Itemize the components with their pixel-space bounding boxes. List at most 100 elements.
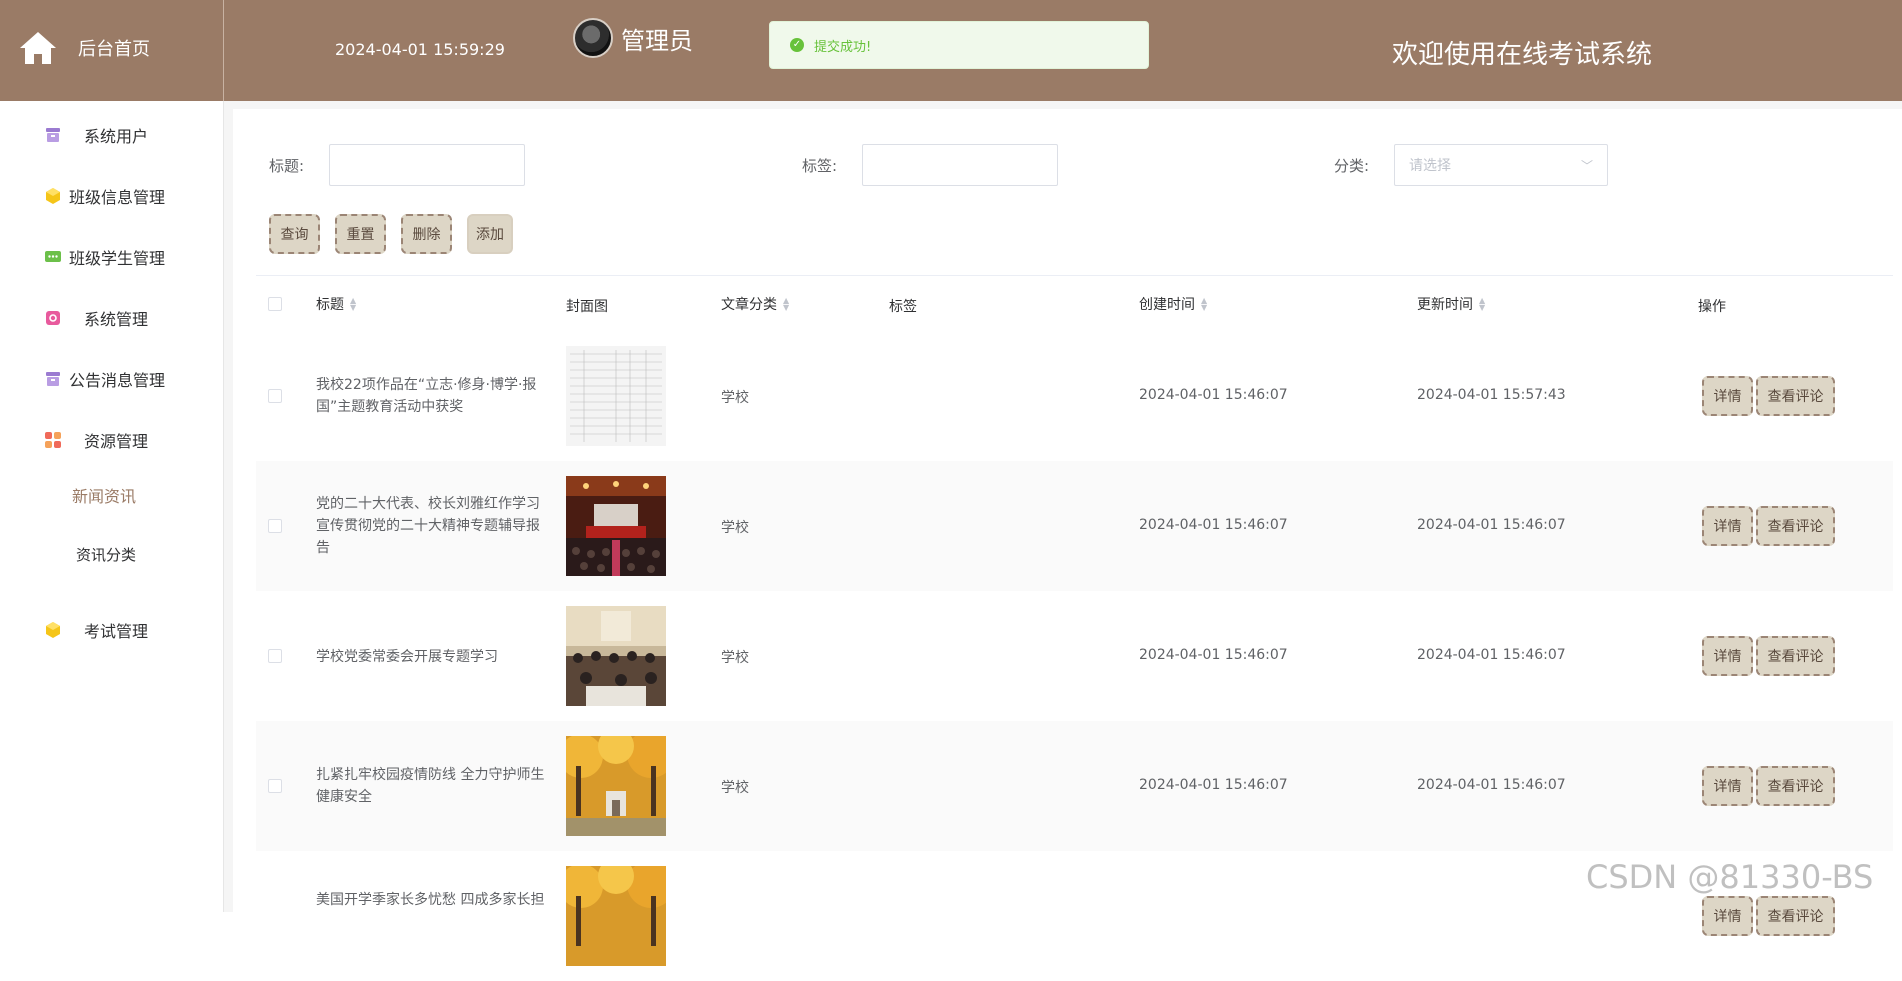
row-title: 学校党委常委会开展专题学习 <box>316 649 498 665</box>
row-title: 我校22项作品在“立志·修身·博学·报国”主题教育活动中获奖 <box>316 377 537 415</box>
row-updated-time: 2024-04-01 15:57:43 <box>1417 387 1566 403</box>
row-created-time: 2024-04-01 15:46:07 <box>1139 777 1288 793</box>
sidebar-item-class-students[interactable]: 班级学生管理 <box>0 237 224 277</box>
user-name: 管理员 <box>621 26 693 55</box>
query-button[interactable]: 查询 <box>269 214 320 254</box>
sort-icon: ▲ ▼ <box>350 296 357 312</box>
user-profile[interactable]: 管理员 <box>573 18 693 58</box>
row-updated-time: 2024-04-01 15:46:07 <box>1417 777 1566 793</box>
sidebar-item-label: 系统用户 <box>84 127 149 146</box>
sidebar-item-class-info[interactable]: 班级信息管理 <box>0 176 224 216</box>
detail-button[interactable]: 详情 <box>1702 376 1753 416</box>
sidebar-subitem-news-categories[interactable]: 资讯分类 <box>0 544 224 580</box>
sidebar-subitem-label: 资讯分类 <box>76 546 137 564</box>
view-comments-button[interactable]: 查看评论 <box>1756 506 1835 546</box>
top-header: 后台首页 2024-04-01 15:59:29 管理员 ✓ 提交成功! 欢迎使… <box>0 0 1902 101</box>
detail-button[interactable]: 详情 <box>1702 896 1753 936</box>
row-title: 扎紧扎牢校园疫情防线 全力守护师生健康安全 <box>316 767 545 805</box>
cover-image-auditorium <box>566 476 666 576</box>
avatar <box>573 18 613 58</box>
sidebar: 系统用户 班级信息管理 班级学生管理 系统管理 公告消息管理 资源管理 新闻资讯… <box>0 101 224 912</box>
sidebar-item-system-management[interactable]: 系统管理 <box>0 298 224 338</box>
sort-icon: ▲ ▼ <box>783 296 790 312</box>
column-header-updated[interactable]: 更新时间 ▲ ▼ <box>1417 294 1485 314</box>
sidebar-subitem-news[interactable]: 新闻资讯 <box>0 483 224 519</box>
sidebar-item-announcements[interactable]: 公告消息管理 <box>0 359 224 399</box>
tag-filter-label: 标签: <box>802 157 838 175</box>
sort-icon: ▲ ▼ <box>1479 296 1486 312</box>
home-label: 后台首页 <box>78 39 150 60</box>
sidebar-item-resources[interactable]: 资源管理 <box>0 420 224 460</box>
table-header: 标题 ▲ ▼ 封面图 文章分类 ▲ ▼ 标签 创建时间 ▲ ▼ 更新时间 ▲ ▼ 操作 <box>256 275 1893 331</box>
sidebar-item-system-users[interactable]: 系统用户 <box>0 115 224 155</box>
cube-icon <box>46 188 60 204</box>
row-category: 学校 <box>721 390 749 406</box>
success-toast: ✓ 提交成功! <box>769 21 1149 69</box>
archive-icon <box>46 372 60 386</box>
delete-button[interactable]: 删除 <box>401 214 452 254</box>
row-title: 党的二十大代表、校长刘雅红作学习宣传贯彻党的二十大精神专题辅导报告 <box>316 496 540 556</box>
add-button[interactable]: 添加 <box>467 214 513 254</box>
row-checkbox[interactable] <box>268 519 282 533</box>
column-header-label: 更新时间 <box>1417 297 1473 313</box>
column-header-tag: 标签 <box>889 296 917 316</box>
title-filter-input[interactable] <box>329 144 525 186</box>
tag-filter-input[interactable] <box>862 144 1058 186</box>
column-header-label: 标题 <box>316 297 344 313</box>
cover-image-document <box>566 346 666 446</box>
home-icon <box>20 32 56 64</box>
watermark: CSDN @81330-BS <box>1586 858 1874 896</box>
column-header-label: 文章分类 <box>721 297 777 313</box>
row-title: 美国开学季家长多忧愁 四成多家长担 <box>316 892 545 908</box>
column-header-label: 标签 <box>889 299 917 315</box>
sidebar-item-label: 资源管理 <box>84 432 149 451</box>
category-select[interactable]: 请选择 ﹀ <box>1394 144 1608 186</box>
view-comments-button[interactable]: 查看评论 <box>1756 376 1835 416</box>
row-created-time: 2024-04-01 15:46:07 <box>1139 517 1288 533</box>
sidebar-item-label: 系统管理 <box>84 310 149 329</box>
category-filter-label: 分类: <box>1334 157 1370 175</box>
view-comments-button[interactable]: 查看评论 <box>1756 766 1835 806</box>
row-category: 学校 <box>721 520 749 536</box>
sidebar-item-label: 公告消息管理 <box>69 371 166 390</box>
category-select-placeholder: 请选择 <box>1409 158 1451 174</box>
grid-icon <box>45 432 61 448</box>
main-content: 标题: 标签: 分类: 请选择 ﹀ 查询 重置 删除 添加 标题 ▲ ▼ 封面图 文… <box>224 101 1902 966</box>
view-comments-button[interactable]: 查看评论 <box>1756 636 1835 676</box>
row-checkbox[interactable] <box>268 779 282 793</box>
column-header-label: 创建时间 <box>1139 297 1195 313</box>
table-row: 学校党委常委会开展专题学习 学校 2024-04-01 15:46:07 202… <box>256 591 1893 721</box>
row-checkbox[interactable] <box>268 389 282 403</box>
sidebar-item-label: 考试管理 <box>84 622 149 641</box>
cover-image-meeting <box>566 606 666 706</box>
sidebar-item-label: 班级学生管理 <box>69 249 166 268</box>
archive-icon <box>46 128 60 142</box>
welcome-title: 欢迎使用在线考试系统 <box>1392 40 1653 70</box>
detail-button[interactable]: 详情 <box>1702 766 1753 806</box>
row-updated-time: 2024-04-01 15:46:07 <box>1417 517 1566 533</box>
table-row: 我校22项作品在“立志·修身·博学·报国”主题教育活动中获奖 学校 2024-0… <box>256 331 1893 461</box>
row-checkbox[interactable] <box>268 649 282 663</box>
settings-box-icon <box>46 311 60 325</box>
column-header-category[interactable]: 文章分类 ▲ ▼ <box>721 294 789 314</box>
sidebar-subitem-label: 新闻资讯 <box>72 487 137 506</box>
sidebar-item-exams[interactable]: 考试管理 <box>0 610 224 650</box>
sidebar-item-label: 班级信息管理 <box>69 188 166 207</box>
detail-button[interactable]: 详情 <box>1702 506 1753 546</box>
view-comments-button[interactable]: 查看评论 <box>1756 896 1835 936</box>
table-row: 扎紧扎牢校园疫情防线 全力守护师生健康安全 学校 2024-04-01 15:4… <box>256 721 1893 851</box>
row-updated-time: 2024-04-01 15:46:07 <box>1417 647 1566 663</box>
row-category: 学校 <box>721 650 749 666</box>
column-header-label: 操作 <box>1698 299 1726 315</box>
column-header-created[interactable]: 创建时间 ▲ ▼ <box>1139 294 1207 314</box>
detail-button[interactable]: 详情 <box>1702 636 1753 676</box>
select-all-checkbox[interactable] <box>268 297 282 311</box>
home-link[interactable]: 后台首页 <box>18 28 150 68</box>
column-header-cover: 封面图 <box>566 296 608 316</box>
reset-button[interactable]: 重置 <box>335 214 386 254</box>
toast-message: 提交成功! <box>814 39 872 55</box>
row-created-time: 2024-04-01 15:46:07 <box>1139 647 1288 663</box>
table-row: 党的二十大代表、校长刘雅红作学习宣传贯彻党的二十大精神专题辅导报告 学校 202… <box>256 461 1893 591</box>
row-created-time: 2024-04-01 15:46:07 <box>1139 387 1288 403</box>
column-header-title[interactable]: 标题 ▲ ▼ <box>316 294 356 314</box>
